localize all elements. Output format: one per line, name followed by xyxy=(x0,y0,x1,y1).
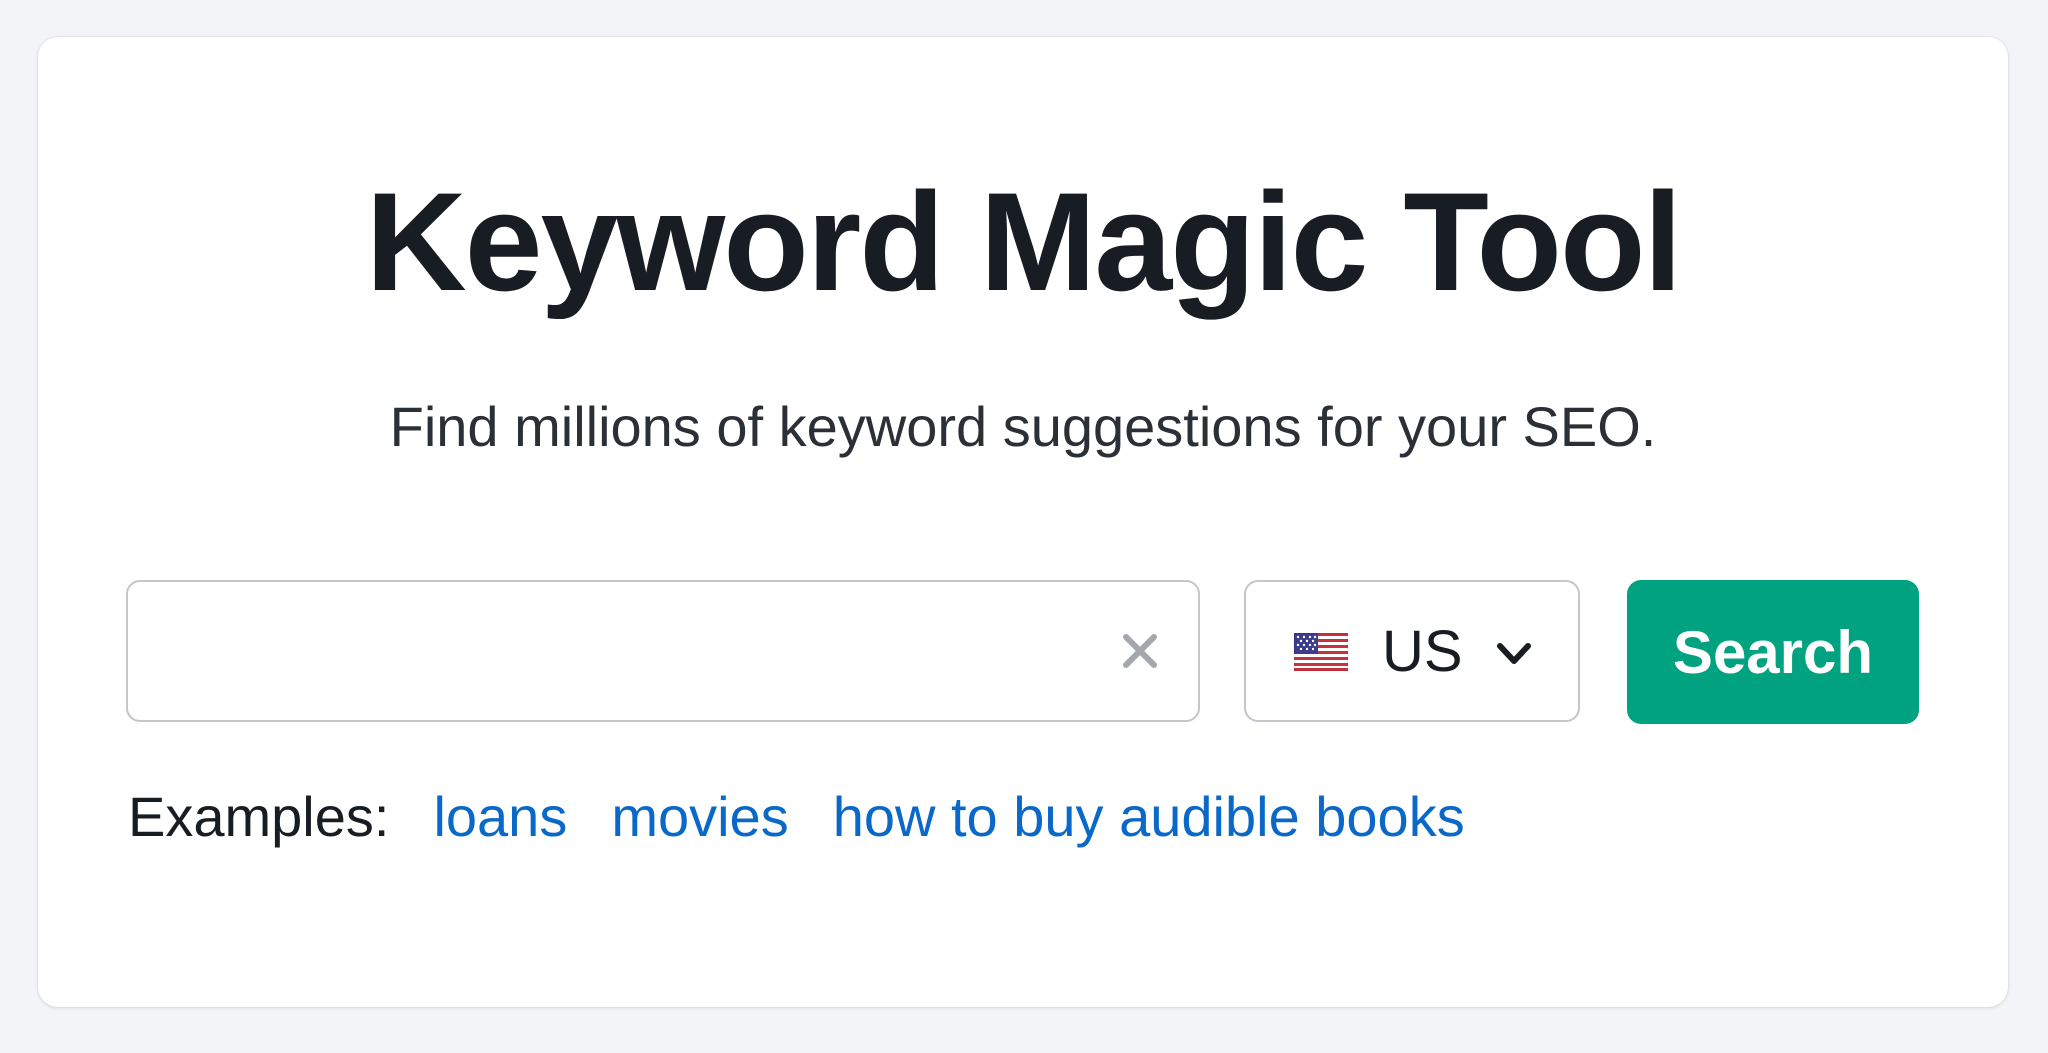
keyword-search-input[interactable] xyxy=(152,602,1096,704)
chevron-down-icon xyxy=(1494,636,1534,672)
search-field[interactable] xyxy=(126,580,1200,722)
search-button[interactable]: Search xyxy=(1627,580,1919,724)
country-code: US xyxy=(1382,619,1463,684)
examples-row: Examples: loans movies how to buy audible b… xyxy=(128,782,1509,852)
examples-label: Examples: xyxy=(128,785,390,848)
us-flag-icon xyxy=(1293,632,1349,672)
example-link-movies[interactable]: movies xyxy=(611,785,788,848)
close-icon[interactable] xyxy=(1118,629,1162,673)
keyword-tool-card: Keyword Magic Tool Find millions of keyw… xyxy=(38,37,2008,1007)
page-title: Keyword Magic Tool xyxy=(365,163,1683,320)
country-select[interactable]: US xyxy=(1244,580,1580,722)
example-link-loans[interactable]: loans xyxy=(433,785,567,848)
page-subtitle: Find millions of keyword suggestions for… xyxy=(389,395,1657,458)
example-link-audible-books[interactable]: how to buy audible books xyxy=(833,785,1465,848)
